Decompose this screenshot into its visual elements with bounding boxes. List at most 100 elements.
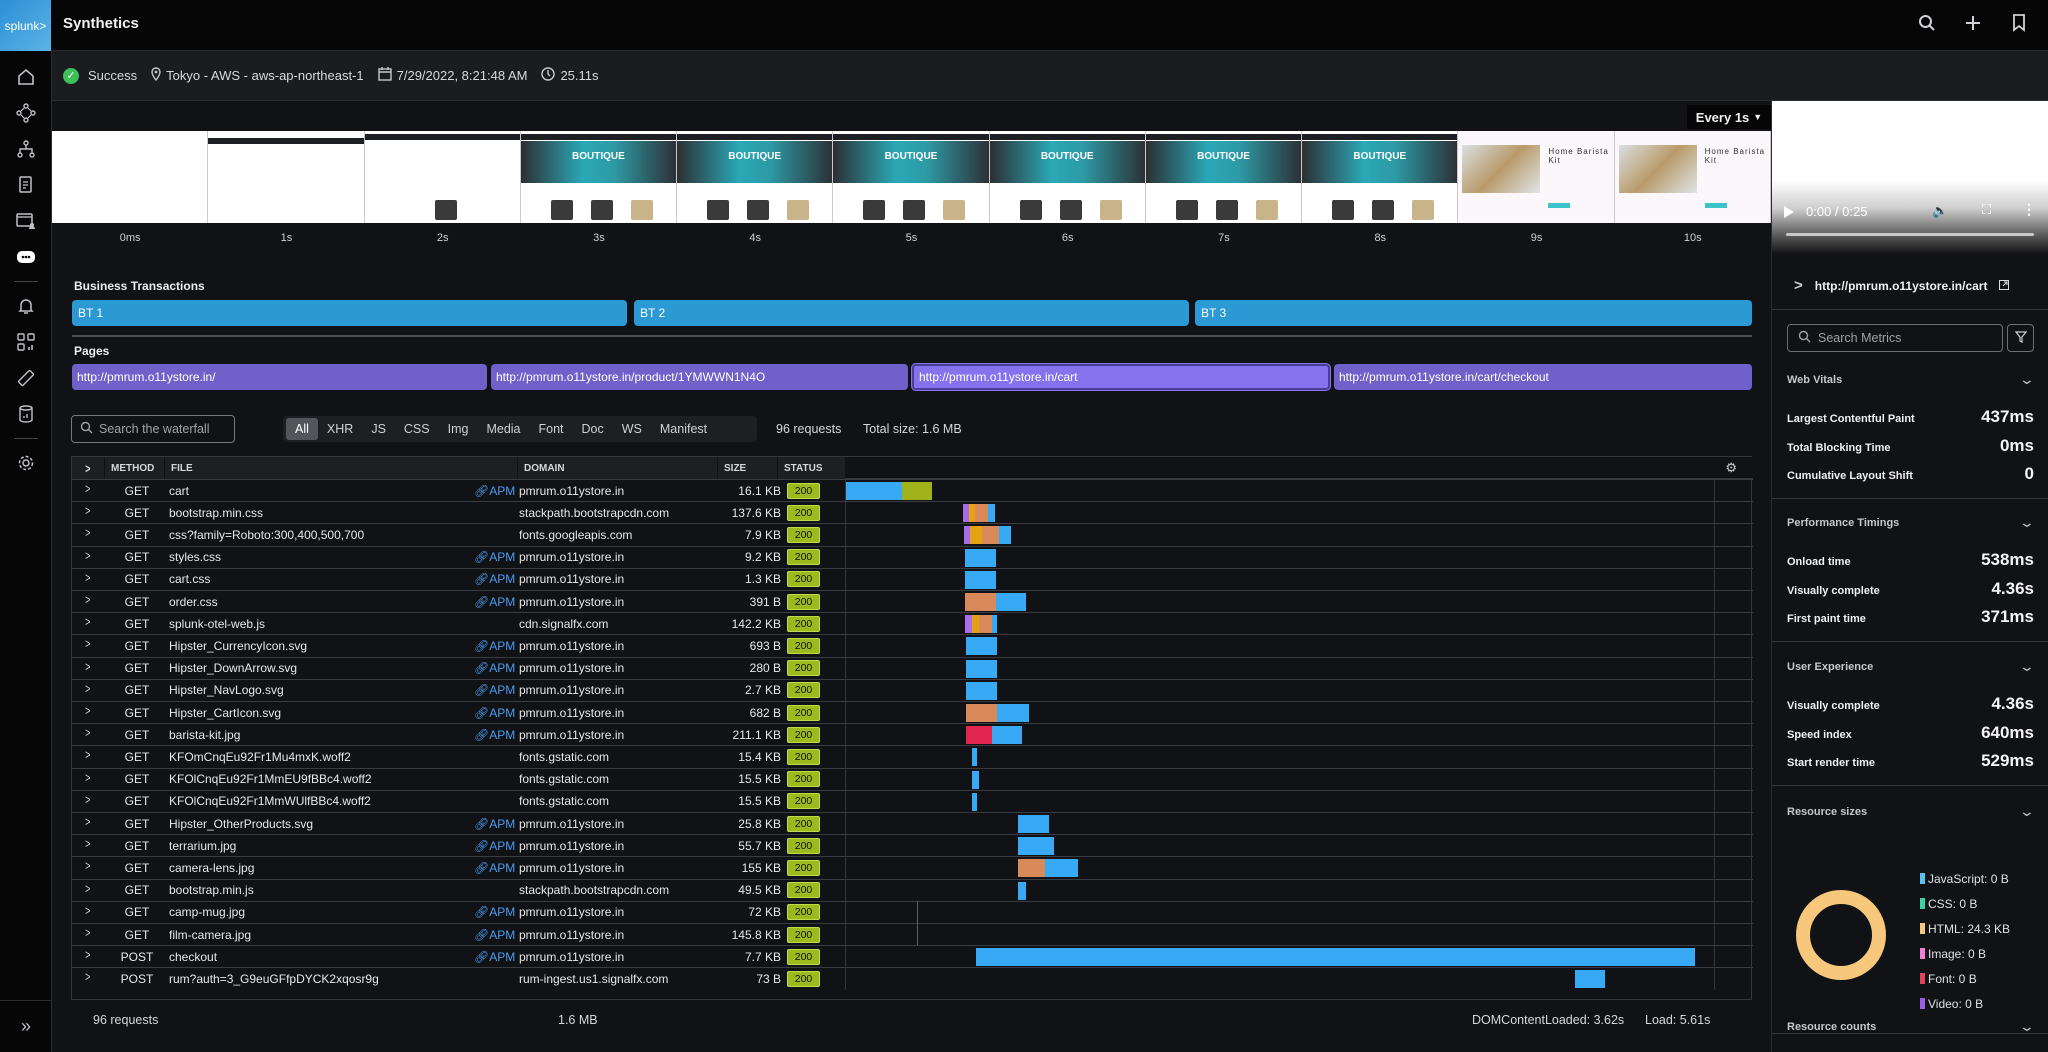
- chevron-right-icon[interactable]: >: [85, 836, 90, 851]
- chevron-down-icon[interactable]: ⌄: [2019, 803, 2035, 820]
- timing-bar-blue[interactable]: [1017, 815, 1049, 833]
- filter-tab-css[interactable]: CSS: [395, 418, 439, 440]
- filter-tab-doc[interactable]: Doc: [573, 418, 613, 440]
- table-row[interactable]: > GET film-camera.jpg 🔗︎APM pmrum.o11ystore.…: [72, 923, 1753, 946]
- network-icon[interactable]: [0, 95, 52, 131]
- expand-nav-button[interactable]: »: [0, 1000, 52, 1052]
- table-row[interactable]: > GET Hipster_DownArrow.svg 🔗︎APM pmrum.o11y…: [72, 656, 1753, 680]
- video-progress-bar[interactable]: [1786, 233, 2034, 236]
- chevron-right-icon[interactable]: >: [85, 881, 90, 896]
- timing-bar-orange[interactable]: [965, 704, 997, 722]
- filmstrip-frame[interactable]: Home Barista Kit: [1614, 131, 1771, 223]
- bookmark-icon[interactable]: [2008, 12, 2030, 34]
- gear-icon[interactable]: ⚙: [1725, 460, 1737, 476]
- timing-bar-blue[interactable]: [1017, 881, 1026, 900]
- waterfall-search-input[interactable]: Search the waterfall: [71, 415, 235, 443]
- column-method[interactable]: METHOD: [104, 457, 164, 479]
- dashboard-icon[interactable]: [0, 324, 52, 360]
- chevron-right-icon[interactable]: >: [85, 858, 90, 873]
- fullscreen-icon[interactable]: ⛶: [1982, 202, 1991, 218]
- chevron-right-icon[interactable]: >: [85, 570, 90, 585]
- filmstrip-frame[interactable]: BOUTIQUE: [1145, 131, 1303, 223]
- timing-bar-purple[interactable]: [964, 615, 972, 634]
- page-url-link[interactable]: > http://pmrum.o11ystore.in/cart: [1794, 277, 2010, 294]
- filmstrip-frame[interactable]: BOUTIQUE: [833, 131, 990, 223]
- apm-link[interactable]: 🔗︎APM: [474, 928, 515, 942]
- chevron-right-icon[interactable]: >: [85, 481, 90, 496]
- filmstrip-frame[interactable]: BOUTIQUE: [677, 131, 834, 223]
- table-row[interactable]: > GET terrarium.jpg 🔗︎APM pmrum.o11ystore.in…: [72, 834, 1753, 858]
- column-domain[interactable]: DOMAIN: [517, 457, 717, 479]
- apm-link[interactable]: 🔗︎APM: [474, 861, 515, 875]
- home-icon[interactable]: [0, 59, 52, 95]
- timing-bar-blue[interactable]: [971, 792, 977, 811]
- timing-bar-blue[interactable]: [1575, 970, 1606, 989]
- timing-bar-blue[interactable]: [971, 748, 977, 767]
- timing-bar-blue[interactable]: [975, 948, 1696, 967]
- filmstrip-frame[interactable]: [208, 131, 365, 223]
- apm-link[interactable]: 🔗︎APM: [474, 728, 515, 742]
- expand-all-button[interactable]: >: [72, 457, 104, 479]
- chevron-right-icon[interactable]: >: [85, 659, 90, 674]
- timing-bar-blue[interactable]: [998, 526, 1011, 545]
- robot-icon[interactable]: [0, 239, 52, 275]
- apm-link[interactable]: 🔗︎APM: [474, 706, 515, 720]
- timing-bar-blue[interactable]: [1017, 837, 1054, 856]
- ruler-icon[interactable]: [0, 360, 52, 396]
- table-row[interactable]: > POST rum?auth=3_G9euGFfpDYCK2xqosr9g rum-…: [72, 967, 1753, 991]
- chevron-right-icon[interactable]: >: [85, 548, 90, 563]
- timing-bar-amber[interactable]: [971, 615, 979, 634]
- timing-bar-blue[interactable]: [971, 770, 979, 789]
- filmstrip-frame[interactable]: [364, 131, 521, 223]
- apm-link[interactable]: 🔗︎APM: [474, 550, 515, 564]
- timing-bar-blue[interactable]: [846, 482, 902, 500]
- timing-bar-green[interactable]: [901, 482, 932, 500]
- page-tab[interactable]: http://pmrum.o11ystore.in/product/1YMWWN…: [491, 364, 908, 390]
- filmstrip-frame[interactable]: [52, 131, 209, 223]
- chevron-right-icon[interactable]: >: [85, 770, 90, 785]
- table-row[interactable]: > GET splunk-otel-web.js cdn.signalfx.com 14…: [72, 612, 1753, 636]
- table-row[interactable]: > GET barista-kit.jpg 🔗︎APM pmrum.o11ystore.…: [72, 723, 1753, 747]
- chevron-right-icon[interactable]: >: [85, 614, 90, 629]
- timing-bar-blue[interactable]: [995, 593, 1026, 611]
- database-icon[interactable]: [0, 396, 52, 432]
- timing-bar-red[interactable]: [965, 726, 992, 745]
- column-size[interactable]: SIZE: [717, 457, 777, 479]
- filter-tab-font[interactable]: Font: [530, 418, 573, 440]
- chevron-right-icon[interactable]: >: [85, 814, 90, 829]
- table-row[interactable]: > GET bootstrap.min.css stackpath.bootstrap…: [72, 501, 1753, 525]
- chevron-right-icon[interactable]: >: [85, 525, 90, 540]
- plus-icon[interactable]: [1962, 12, 1984, 34]
- apm-link[interactable]: 🔗︎APM: [474, 639, 515, 653]
- chevron-right-icon[interactable]: >: [85, 903, 90, 918]
- table-row[interactable]: > GET camp-mug.jpg 🔗︎APM pmrum.o11ystore.in 7…: [72, 900, 1753, 924]
- timing-bar-blue[interactable]: [987, 504, 995, 523]
- filmstrip-frame[interactable]: BOUTIQUE: [989, 131, 1146, 223]
- timing-bar-blue[interactable]: [991, 615, 997, 634]
- table-row[interactable]: > GET Hipster_CurrencyIcon.svg 🔗︎APM pmrum.o…: [72, 634, 1753, 658]
- hierarchy-icon[interactable]: [0, 131, 52, 167]
- apm-link[interactable]: 🔗︎APM: [474, 572, 515, 586]
- document-icon[interactable]: [0, 167, 52, 203]
- timing-bar-orange[interactable]: [974, 504, 988, 523]
- filmstrip-interval-dropdown[interactable]: Every 1s ▼: [1687, 105, 1771, 129]
- chevron-right-icon[interactable]: >: [85, 703, 90, 718]
- bell-icon[interactable]: [0, 288, 52, 324]
- apm-link[interactable]: 🔗︎APM: [474, 661, 515, 675]
- chevron-down-icon[interactable]: ⌄: [2019, 1018, 2035, 1035]
- timing-bar-blue[interactable]: [991, 726, 1022, 745]
- business-transaction-bt3[interactable]: BT 3: [1195, 300, 1752, 326]
- search-metrics-input[interactable]: Search Metrics: [1787, 324, 2003, 352]
- volume-icon[interactable]: 🔈: [1932, 203, 1948, 219]
- table-row[interactable]: > GET KFOlCnqEu92Fr1MmWUlfBBc4.woff2 fonts.…: [72, 789, 1753, 813]
- apm-link[interactable]: 🔗︎APM: [474, 817, 515, 831]
- filter-tab-media[interactable]: Media: [477, 418, 529, 440]
- table-row[interactable]: > GET order.css 🔗︎APM pmrum.o11ystore.in 391 …: [72, 590, 1753, 613]
- timing-bar-orange[interactable]: [981, 526, 999, 545]
- table-row[interactable]: > GET bootstrap.min.js stackpath.bootstrapc…: [72, 878, 1753, 902]
- timing-bar-blue[interactable]: [1044, 859, 1078, 878]
- filmstrip-frame[interactable]: Home Barista Kit: [1458, 131, 1615, 223]
- column-status[interactable]: STATUS: [777, 457, 845, 479]
- chevron-right-icon[interactable]: >: [85, 681, 90, 696]
- timing-bar-blue[interactable]: [965, 681, 997, 700]
